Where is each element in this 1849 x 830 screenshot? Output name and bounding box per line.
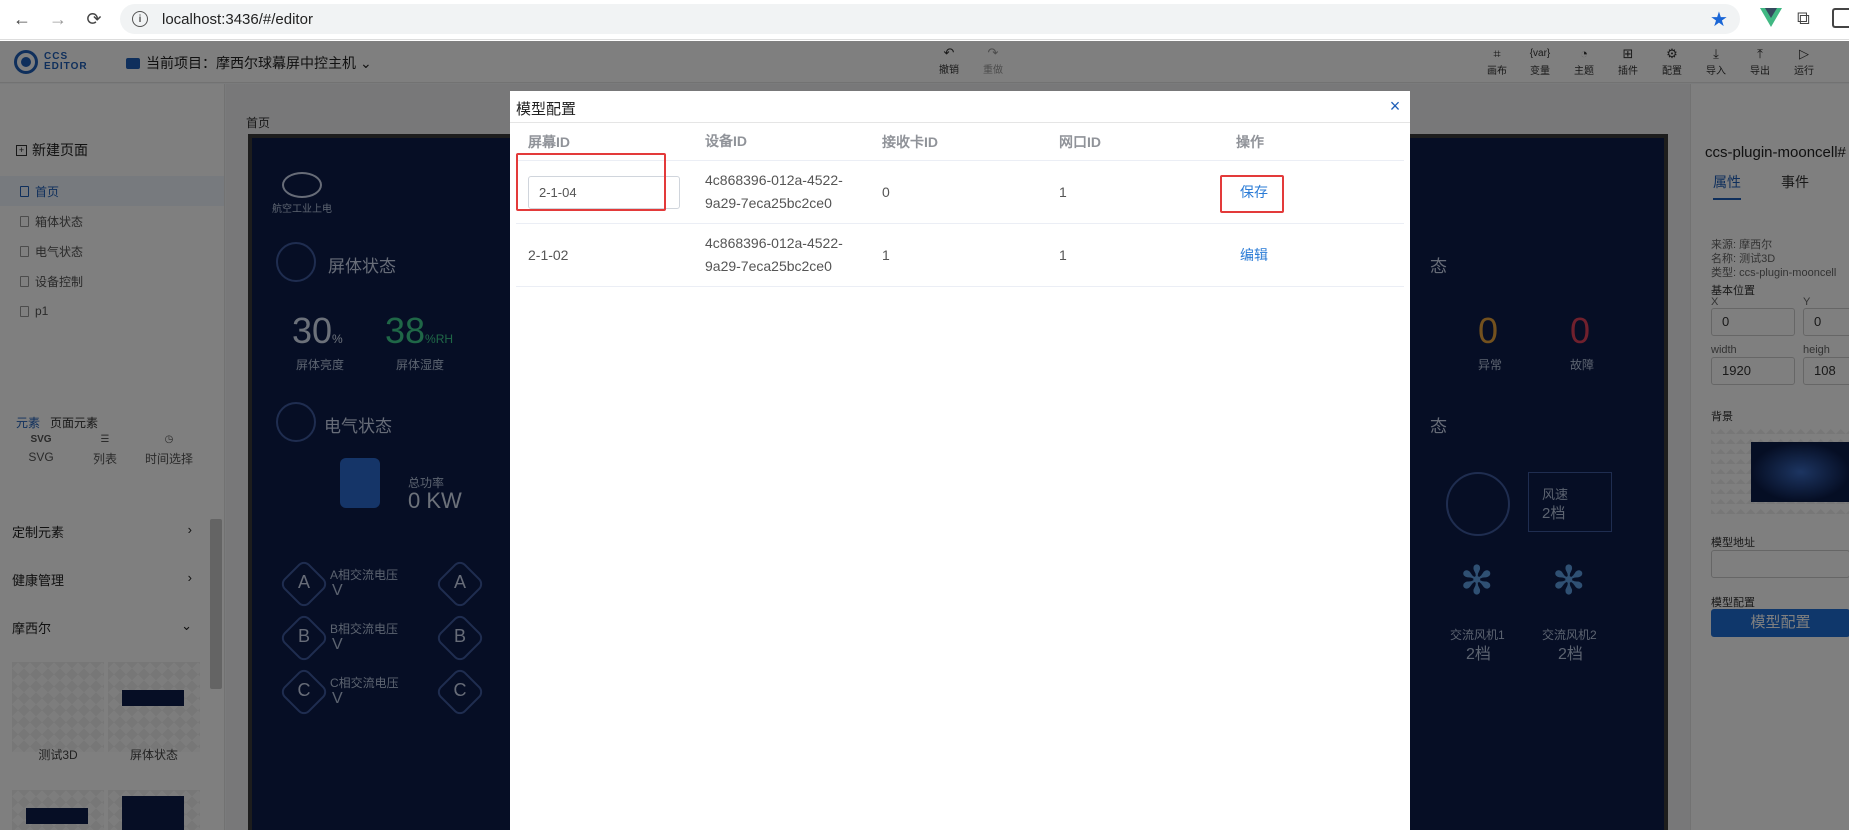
browser-toolbar: ← → ⟳ i localhost:3436/#/editor ★ ⧉ xyxy=(0,0,1849,40)
side-panel-icon[interactable] xyxy=(1832,8,1849,28)
highlight-box-save xyxy=(1220,175,1284,213)
table-row: 2-1-02 4c868396-012a-4522- 9a29-7eca25bc2… xyxy=(516,224,1404,287)
port-id-cell: 1 xyxy=(1059,247,1067,263)
header-device-id: 设备ID xyxy=(705,133,747,149)
url-text: localhost:3436/#/editor xyxy=(162,10,313,28)
port-id-cell: 1 xyxy=(1059,184,1067,200)
extensions-icon[interactable]: ⧉ xyxy=(1797,8,1810,29)
card-id-cell: 1 xyxy=(882,247,890,263)
back-icon[interactable]: ← xyxy=(8,6,36,34)
header-port-id: 网口ID xyxy=(1059,133,1101,150)
highlight-box-screen-id xyxy=(516,153,666,211)
header-card-id: 接收卡ID xyxy=(882,133,938,150)
edit-button[interactable]: 编辑 xyxy=(1240,245,1268,265)
screen-id-cell: 2-1-02 xyxy=(528,247,569,263)
card-id-cell: 0 xyxy=(882,184,890,200)
dialog-header: 模型配置 × xyxy=(510,91,1410,123)
device-id-cell: 4c868396-012a-4522- 9a29-7eca25bc2ce0 xyxy=(705,172,843,211)
close-icon[interactable]: × xyxy=(1386,96,1404,116)
header-action: 操作 xyxy=(1236,133,1264,150)
device-id-cell: 4c868396-012a-4522- 9a29-7eca25bc2ce0 xyxy=(705,235,843,274)
address-bar[interactable]: i localhost:3436/#/editor xyxy=(120,4,1740,34)
forward-icon[interactable]: → xyxy=(44,6,72,34)
reload-icon[interactable]: ⟳ xyxy=(80,6,108,34)
bookmark-star-icon[interactable]: ★ xyxy=(1710,7,1728,32)
vue-devtools-icon[interactable] xyxy=(1760,8,1782,28)
model-config-dialog: 模型配置 × 屏幕ID 设备ID 接收卡ID 网口ID 操作 4c868396-… xyxy=(510,91,1410,830)
site-info-icon[interactable]: i xyxy=(132,11,148,27)
dialog-title: 模型配置 xyxy=(516,101,577,118)
